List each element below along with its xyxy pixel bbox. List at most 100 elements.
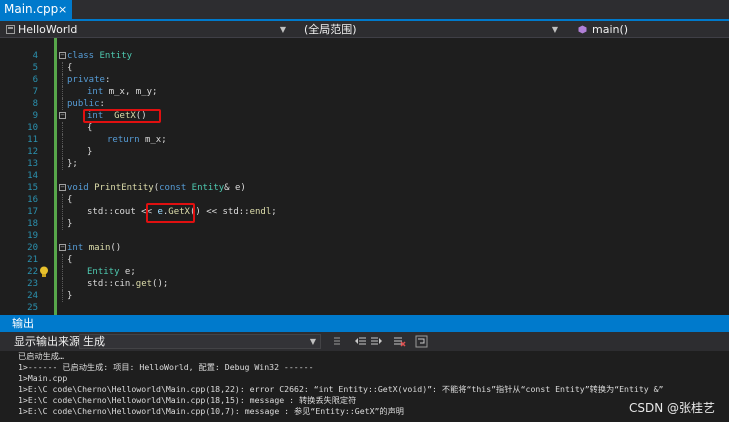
code-text: } — [67, 291, 73, 301]
collapse-toggle-icon[interactable]: − — [59, 52, 66, 59]
indent-guide — [62, 218, 63, 230]
code-text: : — [99, 99, 105, 109]
lightbulb-icon[interactable] — [39, 266, 49, 278]
code-text: { — [67, 63, 73, 73]
find-message-icon[interactable] — [332, 335, 345, 348]
code-line: 8 int m_x, m_y; — [0, 86, 729, 109]
type-name: Entity — [99, 51, 133, 61]
code-line: 15 — [0, 170, 729, 193]
code-editor[interactable]: 4 5 − class Entity 6 { 7 private: 8 int … — [0, 38, 729, 325]
project-icon — [6, 25, 15, 34]
indent-guide — [62, 254, 63, 266]
keyword: private — [67, 75, 105, 85]
code-line: 26 — [0, 302, 729, 325]
output-line: 1>E:\C code\Cherno\Helloworld\Main.cpp(1… — [18, 395, 357, 405]
project-dropdown[interactable]: HelloWorld ▼ — [4, 22, 290, 37]
output-toolbar: 显示输出来源(S): 生成 ▼ — [0, 332, 729, 351]
code-text: & e) — [224, 183, 246, 193]
indent-guide — [62, 278, 63, 290]
member-name: main() — [592, 23, 629, 36]
keyword: class — [67, 51, 95, 61]
output-line: 1>E:\C code\Cherno\Helloworld\Main.cpp(1… — [18, 406, 404, 416]
keyword: int — [67, 243, 84, 253]
code-line: 20 — [0, 230, 729, 253]
chevron-down-icon: ▼ — [309, 337, 316, 346]
type-name: Entity — [87, 267, 120, 277]
project-name: HelloWorld — [18, 23, 78, 36]
indent-guide — [62, 86, 63, 98]
tab-main-cpp[interactable]: Main.cpp × — [0, 0, 72, 19]
tab-title: Main.cpp — [4, 2, 59, 16]
indent-guide — [62, 146, 63, 158]
navigation-bar: HelloWorld ▼ (全局范围) ▼ main() — [0, 21, 729, 38]
scope-dropdown[interactable]: (全局范围) ▼ — [292, 22, 562, 37]
code-text: { — [67, 255, 73, 265]
collapse-toggle-icon[interactable]: − — [59, 112, 66, 119]
code-text: } — [87, 147, 93, 157]
code-line: 7 private: — [0, 74, 729, 97]
keyword: const — [159, 183, 187, 193]
watermark: CSDN @张桂艺 — [628, 401, 715, 415]
method-icon — [578, 25, 587, 34]
code-line: 24 std::cin.get(); — [0, 278, 729, 301]
code-text: }; — [67, 159, 78, 169]
member-dropdown[interactable]: main() — [566, 22, 726, 37]
word-wrap-icon[interactable] — [415, 335, 428, 348]
close-icon[interactable]: × — [58, 0, 67, 19]
code-text: m_x; — [144, 135, 167, 145]
code-text: (); — [152, 279, 169, 289]
output-source-value: 生成 — [83, 335, 105, 348]
keyword: return — [107, 135, 140, 145]
function-name: PrintEntity — [94, 183, 154, 193]
output-source-dropdown[interactable]: 生成 ▼ — [79, 334, 321, 349]
indent-guide — [62, 206, 63, 218]
output-line: 1>Main.cpp — [18, 373, 68, 383]
indent-guide — [62, 290, 63, 302]
code-text: : — [104, 75, 111, 85]
highlight-box — [146, 203, 195, 223]
code-text: { — [87, 123, 93, 133]
collapse-toggle-icon[interactable]: − — [59, 244, 66, 251]
indent-guide — [62, 134, 63, 146]
indent-guide — [62, 62, 63, 74]
scope-name: (全局范围) — [304, 23, 357, 36]
prev-message-icon[interactable] — [354, 335, 367, 348]
indent-guide — [62, 74, 63, 86]
function-name: endl — [249, 207, 272, 217]
collapse-toggle-icon[interactable]: − — [59, 184, 66, 191]
code-line: 22 { — [0, 254, 729, 277]
indent-guide — [62, 98, 63, 110]
clear-all-icon[interactable] — [393, 335, 406, 348]
chevron-down-icon: ▼ — [551, 25, 558, 34]
code-line: 6 { — [0, 62, 729, 85]
function-name: main — [88, 243, 111, 253]
keyword: public — [67, 99, 100, 109]
code-line: 4 — [0, 38, 729, 61]
code-line: 13 } — [0, 146, 729, 169]
keyword: void — [67, 183, 89, 193]
code-line: 21 − int main() — [0, 242, 729, 265]
indent-guide — [62, 158, 63, 170]
code-line: 11 { — [0, 122, 729, 145]
indent-guide — [62, 122, 63, 134]
code-text: () — [110, 243, 122, 253]
highlight-box — [83, 109, 161, 123]
code-line: 14 }; — [0, 158, 729, 181]
code-line: 18 std::cout << e.GetX() << std::endl; — [0, 206, 729, 229]
code-line: 19 } — [0, 218, 729, 241]
code-line: 23 Entity e; — [0, 266, 729, 289]
code-line: 25 } — [0, 290, 729, 313]
code-line: 16 − void PrintEntity(const Entity& e) — [0, 182, 729, 205]
output-panel-title: 输出 — [0, 315, 729, 332]
output-line: 已启动生成… — [18, 351, 64, 361]
type-name: Entity — [191, 183, 225, 193]
chevron-down-icon: ▼ — [279, 25, 286, 34]
next-message-icon[interactable] — [370, 335, 383, 348]
code-line: 12 return m_x; — [0, 134, 729, 157]
indent-guide — [62, 194, 63, 206]
keyword: int — [87, 87, 104, 97]
code-text: std::cin. — [87, 279, 136, 289]
document-tab-bar: Main.cpp × — [0, 0, 729, 21]
code-text: } — [67, 219, 73, 229]
output-log[interactable]: 已启动生成… 1>------ 已启动生成: 项目: HelloWorld, 配… — [0, 351, 729, 422]
